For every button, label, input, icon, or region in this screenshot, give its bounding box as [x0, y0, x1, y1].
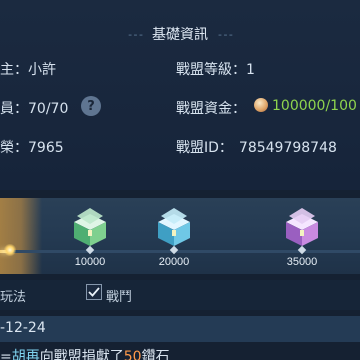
log-entry-text: =胡再向戰盟捐獻了50鑽石 [0, 346, 170, 360]
guild-level-value: 1 [246, 62, 255, 78]
treasure-chest-icon [74, 208, 106, 246]
guild-info-panel: - - - 基礎資訊 - - - 主：小許 戰盟等級：1 員：70/70 ? 戰… [0, 0, 360, 190]
guild-funds-label-row: 戰盟資金： [176, 98, 246, 118]
tab-gameplay[interactable]: 玩法 [0, 286, 26, 305]
leader-value: 小許 [28, 62, 56, 78]
coin-icon [254, 98, 268, 112]
milestone-label-3: 35000 [286, 256, 318, 268]
log-amount: 50 [123, 349, 142, 360]
leader-row: 主：小許 [0, 59, 56, 79]
milestone-label-2: 20000 [158, 256, 190, 268]
power-row: 榮：7965 [0, 137, 64, 157]
treasure-chest-icon [286, 208, 318, 246]
milestone-label-1: 10000 [74, 256, 106, 268]
guild-funds-label: 戰盟資金： [176, 101, 246, 117]
log-currency: 鑽石 [141, 349, 170, 360]
guild-level-row: 戰盟等級：1 [176, 59, 255, 79]
progress-glow [0, 198, 42, 274]
log-filter-row: 玩法 戰鬥 [0, 280, 360, 310]
log-date: -12-24 [0, 320, 46, 336]
guild-id-label: 戰盟ID： [176, 140, 233, 156]
reward-chest-1[interactable] [68, 204, 112, 248]
progress-track [0, 250, 360, 253]
progress-spark-icon [4, 244, 16, 256]
guild-funds-value: 100000/100 [272, 98, 357, 114]
help-icon[interactable]: ? [81, 96, 101, 116]
guild-id-value: 78549798748 [238, 140, 337, 156]
power-label: 榮： [0, 140, 28, 156]
reward-chest-2[interactable] [152, 204, 196, 248]
checkmark-icon [88, 287, 100, 297]
section-header: - - - 基礎資訊 - - - [0, 22, 360, 46]
header-right-ornament: - - - [218, 27, 233, 41]
donation-reward-strip: 10000 20000 35000 [0, 198, 360, 274]
members-value: 70/70 [28, 101, 69, 117]
members-row: 員：70/70 [0, 98, 68, 118]
battle-filter-label[interactable]: 戰鬥 [106, 286, 132, 305]
members-label: 員： [0, 101, 28, 117]
section-title: 基礎資訊 [152, 27, 208, 43]
battle-filter-checkbox[interactable] [86, 284, 102, 300]
header-left-ornament: - - - [128, 27, 143, 41]
guild-level-label: 戰盟等級： [176, 62, 246, 78]
log-player-name: 胡再 [11, 349, 40, 360]
log-prefix: = [0, 349, 12, 360]
treasure-chest-icon [158, 208, 190, 246]
log-date-header: -12-24 [0, 316, 360, 342]
leader-label: 主： [0, 62, 28, 78]
reward-chest-3[interactable] [280, 204, 324, 248]
log-entry: =胡再向戰盟捐獻了50鑽石 [0, 344, 360, 360]
guild-id-row: 戰盟ID： 78549798748 [176, 137, 337, 157]
power-value: 7965 [28, 140, 64, 156]
log-action: 向戰盟捐獻了 [39, 349, 124, 360]
